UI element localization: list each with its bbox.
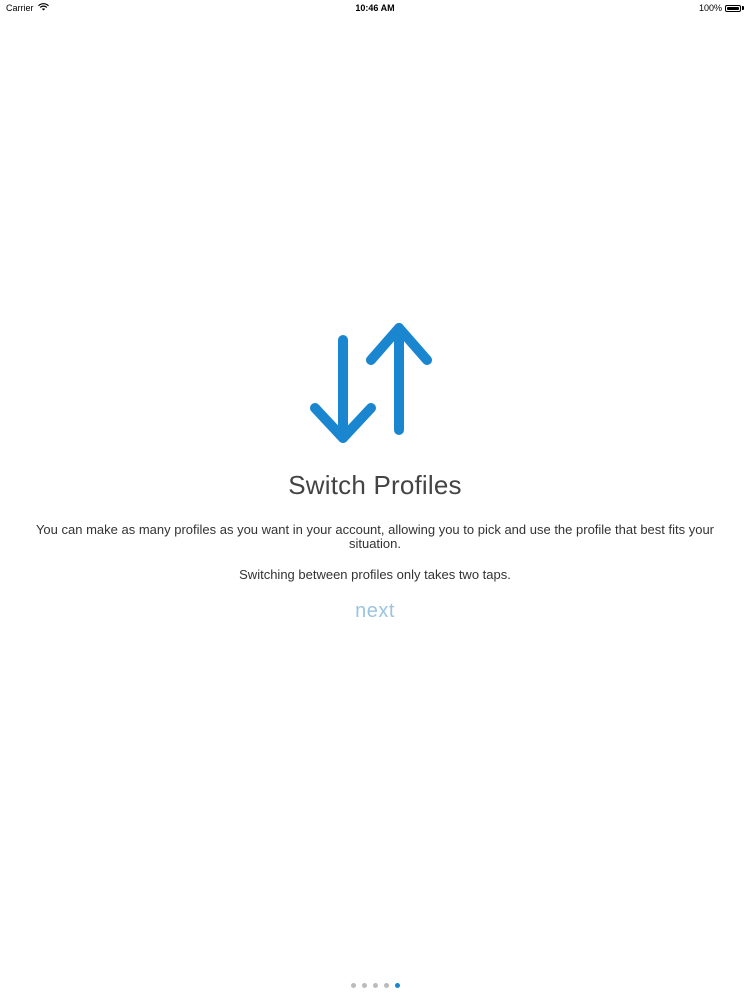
page-dot-2[interactable] — [361, 983, 367, 988]
page-dot-5[interactable] — [394, 983, 400, 988]
description-text: You can make as many profiles as you wan… — [35, 522, 715, 551]
status-bar: Carrier 10:46 AM 100% — [0, 0, 750, 18]
switch-arrows-icon — [310, 320, 440, 450]
onboarding-page: Switch Profiles You can make as many pro… — [0, 320, 750, 623]
page-title: Switch Profiles — [288, 470, 462, 500]
page-dot-1[interactable] — [350, 983, 356, 988]
battery-percent: 100% — [698, 3, 722, 13]
next-button[interactable]: next — [355, 600, 395, 623]
status-right: 100% — [699, 3, 744, 13]
page-dot-4[interactable] — [383, 983, 389, 988]
page-indicator[interactable] — [0, 983, 750, 988]
battery-tip — [742, 6, 744, 10]
battery-icon — [725, 4, 741, 12]
description-secondary-text: Switching between profiles only takes tw… — [239, 567, 511, 582]
status-time: 10:46 AM — [355, 3, 395, 13]
page-dot-3[interactable] — [372, 983, 378, 988]
battery-fill — [727, 6, 739, 10]
